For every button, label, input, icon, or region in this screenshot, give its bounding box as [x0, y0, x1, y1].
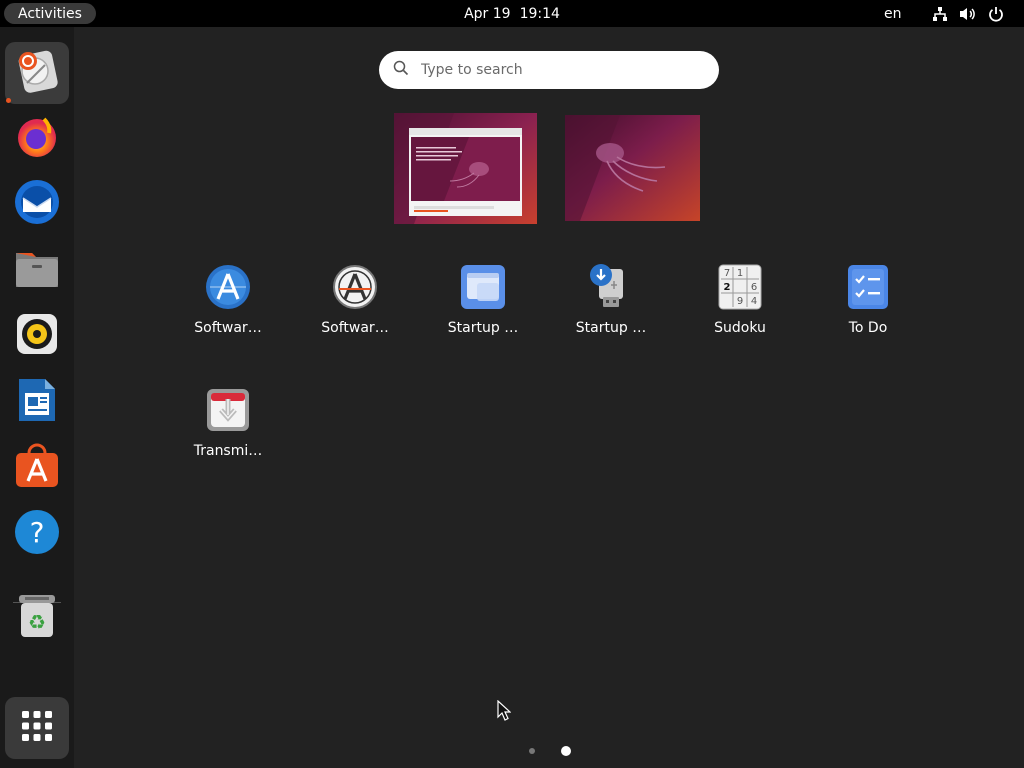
- app-startup-disk-creator[interactable]: Startup …: [556, 263, 666, 363]
- help-icon: ?: [14, 509, 60, 559]
- app-label: Sudoku: [714, 320, 766, 336]
- app-label: Transmi…: [193, 443, 263, 459]
- app-transmission[interactable]: Transmi…: [173, 386, 283, 486]
- firefox-icon: [14, 113, 60, 163]
- app-label: Softwar…: [321, 320, 389, 336]
- search-field[interactable]: [379, 51, 719, 89]
- workspace-thumbnail-2[interactable]: [565, 115, 700, 221]
- svg-text:9: 9: [737, 296, 743, 307]
- svg-text:2: 2: [724, 282, 731, 293]
- search-input[interactable]: [419, 61, 693, 79]
- software-properties-icon: [331, 263, 379, 311]
- dock-item-writer[interactable]: [5, 371, 69, 433]
- clock-date[interactable]: Apr 19: [464, 6, 510, 22]
- dock: ? ♻: [0, 27, 74, 768]
- app-label: Startup …: [447, 320, 519, 336]
- app-startup-applications[interactable]: Startup …: [428, 263, 538, 363]
- svg-text:?: ?: [30, 516, 45, 549]
- dock-item-rhythmbox[interactable]: [5, 305, 69, 367]
- dock-item-firefox[interactable]: [5, 107, 69, 169]
- rhythmbox-icon: [15, 312, 59, 360]
- transmission-icon: [204, 386, 252, 434]
- volume-icon[interactable]: [959, 6, 977, 22]
- power-icon[interactable]: [988, 6, 1004, 22]
- startup-apps-icon: [459, 263, 507, 311]
- search-icon: [393, 60, 409, 80]
- app-todo[interactable]: To Do: [813, 263, 923, 363]
- svg-text:4: 4: [751, 296, 757, 307]
- language-indicator[interactable]: en: [884, 0, 902, 27]
- software-updater-icon: [204, 263, 252, 311]
- dock-item-installer[interactable]: [5, 42, 69, 104]
- activities-button[interactable]: Activities: [4, 3, 96, 24]
- trash-icon: ♻: [17, 593, 57, 643]
- activities-label: Activities: [18, 5, 82, 22]
- system-tray[interactable]: [932, 0, 1004, 27]
- workspace-thumbnail-1[interactable]: [394, 113, 537, 224]
- dock-item-trash[interactable]: ♻: [5, 587, 69, 649]
- running-indicator: [6, 98, 11, 103]
- todo-icon: [844, 263, 892, 311]
- app-label: Softwar…: [194, 320, 262, 336]
- dock-item-software[interactable]: [5, 437, 69, 499]
- app-grid-icon: [21, 710, 53, 746]
- page-indicator-1[interactable]: [529, 748, 535, 754]
- svg-text:1: 1: [737, 268, 743, 279]
- page-indicator-2[interactable]: [561, 746, 571, 756]
- app-software-updater[interactable]: Softwar…: [173, 263, 283, 363]
- svg-text:6: 6: [751, 282, 757, 293]
- dock-item-help[interactable]: ?: [5, 503, 69, 565]
- installer-icon: [13, 47, 61, 99]
- language-label: en: [884, 5, 902, 22]
- writer-icon: [17, 377, 57, 427]
- software-store-icon: [14, 443, 60, 493]
- clock[interactable]: Apr 19 19:14: [0, 0, 1024, 27]
- svg-text:7: 7: [724, 268, 730, 279]
- app-label: Startup …: [575, 320, 647, 336]
- show-applications-button[interactable]: [5, 697, 69, 759]
- dock-item-files[interactable]: [5, 239, 69, 301]
- startup-disk-creator-icon: [587, 263, 635, 311]
- thunderbird-icon: [13, 178, 61, 230]
- app-software-properties[interactable]: Softwar…: [300, 263, 410, 363]
- sudoku-icon: 712 694: [716, 263, 764, 311]
- files-icon: [14, 247, 60, 293]
- app-sudoku[interactable]: 712 694 Sudoku: [685, 263, 795, 363]
- svg-text:♻: ♻: [28, 610, 46, 634]
- top-bar: Activities Apr 19 19:14 en: [0, 0, 1024, 27]
- clock-time[interactable]: 19:14: [520, 6, 560, 22]
- network-icon[interactable]: [932, 6, 948, 22]
- dock-item-thunderbird[interactable]: [5, 173, 69, 235]
- mouse-pointer-icon: [497, 699, 512, 725]
- app-label: To Do: [848, 320, 888, 336]
